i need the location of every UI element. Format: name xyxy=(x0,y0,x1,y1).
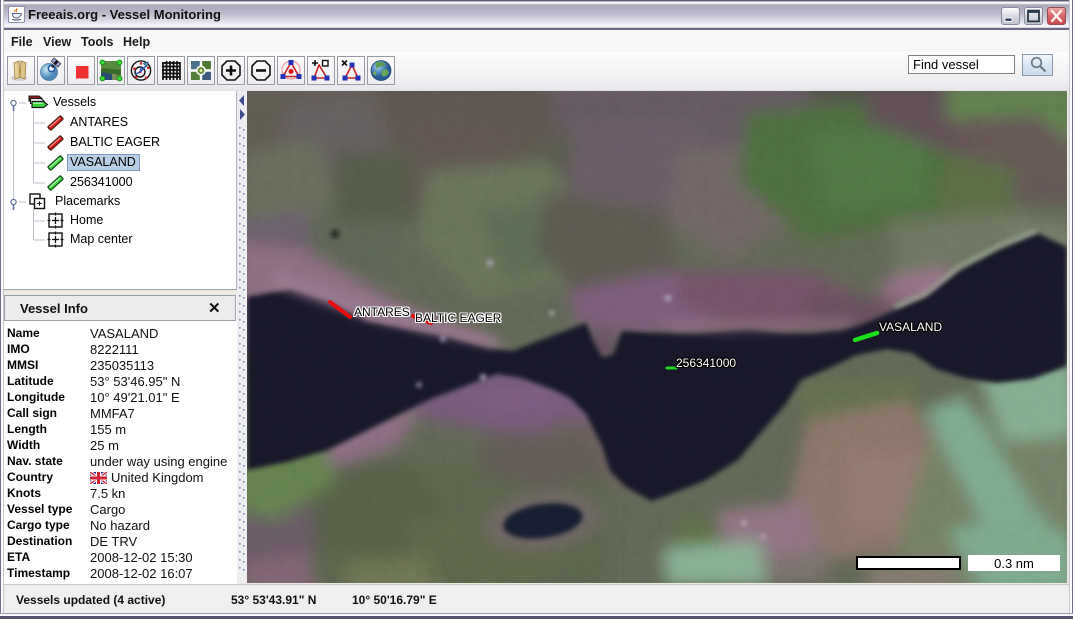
svg-text:0.3 nm: 0.3 nm xyxy=(994,556,1034,571)
